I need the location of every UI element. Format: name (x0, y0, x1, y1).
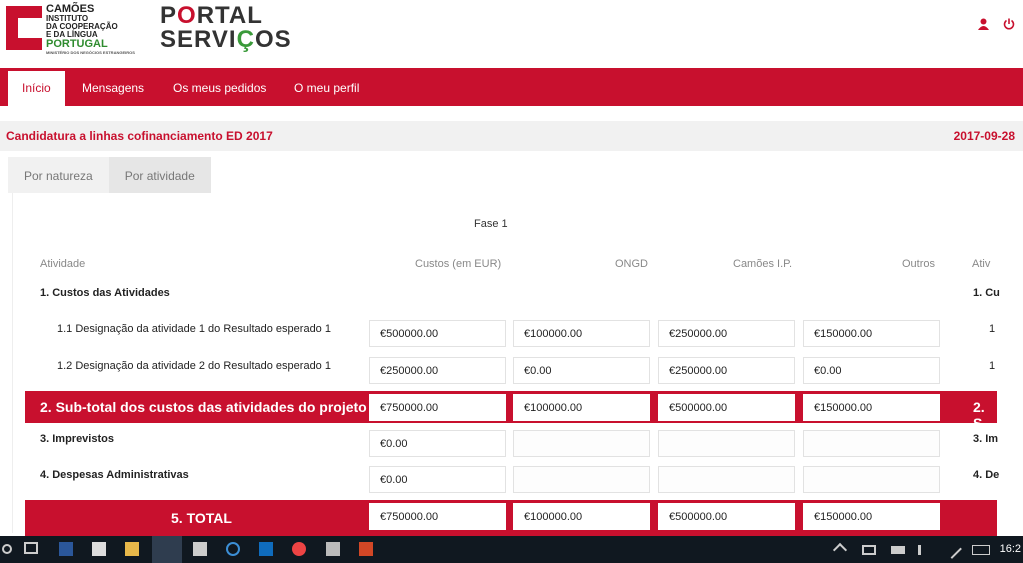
row-label-despesas: 4. Despesas Administrativas (40, 469, 189, 481)
row-label-right: 1. Cu (973, 287, 1000, 299)
taskbar-clock[interactable]: 16:2 (1000, 543, 1021, 555)
row-label-atividade-2: 1.2 Designação da atividade 2 do Resulta… (57, 360, 331, 372)
total-camoes-field[interactable]: €500000.00 (658, 503, 795, 530)
total-outros-field[interactable]: €150000.00 (803, 503, 940, 530)
tab-por-natureza[interactable]: Por natureza (8, 157, 109, 193)
column-header-camoes: Camões I.P. (733, 258, 793, 270)
chevron-up-icon[interactable] (832, 542, 848, 558)
total-band: 5. TOTAL €750000.00 €100000.00 €500000.0… (25, 500, 997, 536)
subtotal-label-right: 2. S (973, 399, 985, 431)
keyboard-icon[interactable] (972, 545, 990, 555)
total-label: 5. TOTAL (171, 510, 232, 526)
camoes-logo-text: CAMÕES INSTITUTO DA COOPERAÇÃO E DA LÍNG… (46, 3, 135, 56)
row-label-custos-atividades: 1. Custos das Atividades (40, 287, 170, 299)
chrome-icon[interactable] (292, 542, 306, 556)
app-header: CAMÕES INSTITUTO DA COOPERAÇÃO E DA LÍNG… (0, 0, 1023, 68)
power-icon[interactable] (1003, 18, 1015, 33)
pen-icon[interactable] (942, 539, 962, 559)
subtotal-label: 2. Sub-total dos custos das atividades d… (40, 399, 367, 415)
imprevistos-custos-input[interactable]: €0.00 (369, 430, 506, 457)
tab-inicio[interactable]: Início (8, 68, 65, 106)
task-view-icon[interactable] (24, 542, 38, 554)
subtotal-ongd-field[interactable]: €100000.00 (513, 394, 650, 421)
ongd-input[interactable]: €0.00 (513, 357, 650, 384)
outros-input[interactable]: €0.00 (803, 357, 940, 384)
row-label-right: 4. De (973, 469, 1000, 481)
total-ongd-field[interactable]: €100000.00 (513, 503, 650, 530)
main-nav: Início Mensagens Os meus pedidos O meu p… (0, 68, 1023, 106)
mail-icon[interactable] (193, 542, 207, 556)
subtotal-camoes-field[interactable]: €500000.00 (658, 394, 795, 421)
column-header-ongd: ONGD (615, 258, 648, 270)
row-label-right: 1 (989, 360, 996, 372)
column-header-atividade-right: Ativ (972, 258, 991, 270)
column-header-atividade: Atividade (40, 258, 86, 270)
despesas-camoes-input[interactable] (658, 466, 795, 493)
row-label-atividade-1: 1.1 Designação da atividade 1 do Resulta… (57, 323, 331, 335)
imprevistos-ongd-input[interactable] (513, 430, 650, 457)
row-label-imprevistos: 3. Imprevistos (40, 433, 114, 445)
powerpoint-icon[interactable] (359, 542, 373, 556)
user-icon[interactable] (978, 18, 989, 33)
imprevistos-camoes-input[interactable] (658, 430, 795, 457)
outlook-icon[interactable] (259, 542, 273, 556)
file-explorer-icon[interactable] (125, 542, 139, 556)
tab-o-meu-perfil[interactable]: O meu perfil (280, 68, 373, 106)
despesas-outros-input[interactable] (803, 466, 940, 493)
phase-label: Fase 1 (474, 218, 508, 230)
ongd-input[interactable]: €100000.00 (513, 320, 650, 347)
despesas-ongd-input[interactable] (513, 466, 650, 493)
camoes-logo-icon[interactable] (6, 6, 48, 50)
custos-input[interactable]: €250000.00 (369, 357, 506, 384)
subtotal-outros-field[interactable]: €150000.00 (803, 394, 940, 421)
imprevistos-outros-input[interactable] (803, 430, 940, 457)
page-date: 2017-09-28 (953, 129, 1015, 143)
tab-mensagens[interactable]: Mensagens (68, 68, 158, 106)
row-label-right: 3. Im (973, 433, 999, 445)
subtotal-custos-field[interactable]: €750000.00 (369, 394, 506, 421)
camoes-input[interactable]: €250000.00 (658, 320, 795, 347)
row-label-right: 1 (989, 323, 996, 335)
windows-taskbar: 16:2 (0, 536, 1023, 563)
volume-icon[interactable] (918, 545, 932, 555)
tab-os-meus-pedidos[interactable]: Os meus pedidos (159, 68, 280, 106)
custos-input[interactable]: €500000.00 (369, 320, 506, 347)
active-app-icon[interactable] (152, 536, 182, 563)
despesas-custos-input[interactable]: €0.00 (369, 466, 506, 493)
column-header-custos: Custos (em EUR) (415, 258, 502, 270)
view-tabs: Por natureza Por atividade (8, 157, 211, 193)
camoes-input[interactable]: €250000.00 (658, 357, 795, 384)
edge-icon[interactable] (226, 542, 240, 556)
subtotal-band: 2. Sub-total dos custos das atividades d… (25, 391, 997, 431)
word-icon[interactable] (59, 542, 73, 556)
calculator-icon[interactable] (326, 542, 340, 556)
battery-icon[interactable] (891, 546, 905, 554)
page-title: Candidatura a linhas cofinanciamento ED … (6, 129, 273, 143)
page-title-bar: Candidatura a linhas cofinanciamento ED … (0, 121, 1023, 151)
total-custos-field[interactable]: €750000.00 (369, 503, 506, 530)
search-icon[interactable] (2, 544, 12, 554)
store-icon[interactable] (92, 542, 106, 556)
outros-input[interactable]: €150000.00 (803, 320, 940, 347)
network-icon[interactable] (862, 545, 876, 555)
column-header-outros: Outros (902, 258, 936, 270)
tab-por-atividade[interactable]: Por atividade (108, 157, 211, 193)
portal-servicos-logo[interactable]: PORTAL SERVIÇOS (160, 4, 292, 52)
